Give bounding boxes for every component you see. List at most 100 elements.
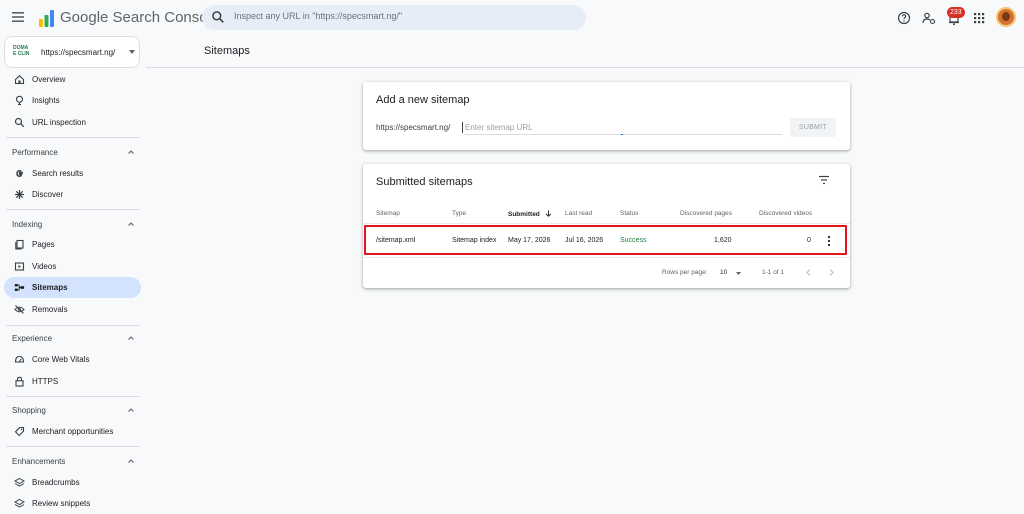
sidebar-item-url-inspection[interactable]: URL inspection xyxy=(4,112,141,133)
column-header-sitemap[interactable]: Sitemap xyxy=(376,210,400,217)
column-header-discovered-pages[interactable]: Discovered pages xyxy=(680,210,732,217)
column-header-discovered-videos[interactable]: Discovered videos xyxy=(759,210,812,217)
column-header-type[interactable]: Type xyxy=(452,210,466,217)
column-header-status[interactable]: Status xyxy=(620,210,638,217)
section-title: Performance xyxy=(12,148,58,157)
section-performance[interactable]: Performance xyxy=(0,142,146,162)
section-title: Shopping xyxy=(12,406,46,415)
notification-count-badge: 233 xyxy=(947,7,965,18)
tag-icon xyxy=(14,426,25,437)
divider xyxy=(6,396,140,397)
sidebar-item-label: Insights xyxy=(32,96,60,105)
section-title: Indexing xyxy=(12,220,43,229)
section-shopping[interactable]: Shopping xyxy=(0,400,146,420)
card-title: Add a new sitemap xyxy=(376,94,470,106)
top-bar: Google Search Console Inspect any URL in… xyxy=(0,0,1024,36)
google-g-icon xyxy=(16,170,23,177)
search-icon xyxy=(212,11,224,23)
sidebar-item-label: Videos xyxy=(32,262,57,271)
sitemap-url-input[interactable] xyxy=(464,120,782,135)
divider xyxy=(6,325,140,326)
divider xyxy=(6,209,140,210)
sidebar-item-merchant-opportunities[interactable]: Merchant opportunities xyxy=(4,421,141,442)
chevron-up-icon xyxy=(128,459,134,463)
add-sitemap-card: Add a new sitemap https://specsmart.ng/ … xyxy=(363,82,850,150)
divider xyxy=(363,223,850,224)
cell-last-read: Jul 16, 2026 xyxy=(565,237,604,244)
lock-icon xyxy=(15,376,24,387)
divider xyxy=(6,446,140,447)
sidebar-item-removals[interactable]: Removals xyxy=(4,299,141,320)
sidebar-item-videos[interactable]: Videos xyxy=(4,256,141,277)
submit-button[interactable]: SUBMIT xyxy=(790,118,836,137)
sidebar-item-label: Pages xyxy=(32,240,55,249)
divider xyxy=(6,137,140,138)
section-experience[interactable]: Experience xyxy=(0,328,146,348)
property-selector[interactable]: DOMA E CLIN https://specsmart.ng/ xyxy=(4,36,140,68)
search-placeholder: Inspect any URL in "https://specsmart.ng… xyxy=(234,11,403,21)
sidebar-item-label: Removals xyxy=(32,305,68,314)
section-title: Experience xyxy=(12,334,53,343)
avatar[interactable] xyxy=(996,7,1016,27)
app-brand[interactable]: Google Search Console xyxy=(60,9,219,26)
sidebar-item-https[interactable]: HTTPS xyxy=(4,371,141,392)
chevron-up-icon xyxy=(128,222,134,226)
text-cursor xyxy=(462,122,463,133)
chevron-up-icon xyxy=(128,336,134,340)
property-name: https://specsmart.ng/ xyxy=(41,48,116,57)
cell-status: Success xyxy=(620,237,647,244)
sidebar-item-search-results[interactable]: Search results xyxy=(4,163,141,184)
more-options-icon[interactable] xyxy=(826,235,832,247)
chevron-up-icon xyxy=(128,408,134,412)
sidebar-item-label: Merchant opportunities xyxy=(32,427,114,436)
chevron-up-icon xyxy=(128,150,134,154)
removals-icon xyxy=(14,305,25,314)
cell-sitemap: /sitemap.xml xyxy=(376,237,416,244)
divider xyxy=(363,257,850,258)
column-header-submitted[interactable]: Submitted xyxy=(508,210,552,218)
input-focus-indicator xyxy=(621,134,623,135)
rows-per-page-select[interactable]: 10 xyxy=(720,269,727,276)
section-title: Enhancements xyxy=(12,457,66,466)
home-icon xyxy=(14,75,25,85)
menu-icon[interactable] xyxy=(11,10,25,24)
page-title: Sitemaps xyxy=(204,45,250,57)
sidebar-item-discover[interactable]: Discover xyxy=(4,184,141,205)
sidebar-item-label: Discover xyxy=(32,190,64,199)
sidebar-item-label: Overview xyxy=(32,75,66,84)
apps-grid-icon[interactable] xyxy=(972,11,986,25)
layers-icon xyxy=(14,477,25,487)
url-inspection-search[interactable]: Inspect any URL in "https://specsmart.ng… xyxy=(202,5,586,30)
chevron-down-icon[interactable] xyxy=(734,269,743,278)
cell-type: Sitemap index xyxy=(452,237,497,244)
help-icon[interactable] xyxy=(897,11,911,25)
divider xyxy=(146,67,1024,68)
chevron-right-icon[interactable] xyxy=(827,268,836,277)
cell-submitted: May 17, 2026 xyxy=(508,237,551,244)
sidebar-item-label: HTTPS xyxy=(32,377,59,386)
search-console-logo[interactable] xyxy=(36,7,58,29)
sidebar-item-sitemaps[interactable]: Sitemaps xyxy=(4,277,141,298)
column-header-last-read[interactable]: Last read xyxy=(565,210,592,217)
video-icon xyxy=(14,262,25,271)
sidebar-item-core-web-vitals[interactable]: Core Web Vitals xyxy=(4,349,141,370)
filter-icon[interactable] xyxy=(818,175,830,185)
sidebar-item-breadcrumbs[interactable]: Breadcrumbs xyxy=(4,472,141,493)
sidebar-item-label: Search results xyxy=(32,169,84,178)
section-enhancements[interactable]: Enhancements xyxy=(0,451,146,471)
sidebar-item-label: URL inspection xyxy=(32,118,86,127)
sidebar-item-pages[interactable]: Pages xyxy=(4,234,141,255)
arrow-down-icon xyxy=(545,210,551,217)
speed-gauge-icon xyxy=(14,355,25,363)
search-icon xyxy=(14,117,25,128)
sitemap-icon xyxy=(14,284,25,291)
sidebar-item-label: Breadcrumbs xyxy=(32,478,80,487)
sidebar-item-insights[interactable]: Insights xyxy=(4,90,141,111)
cell-discovered-pages: 1,620 xyxy=(714,237,732,244)
section-indexing[interactable]: Indexing xyxy=(0,214,146,234)
sidebar-item-label: Sitemaps xyxy=(32,283,68,292)
chevron-left-icon[interactable] xyxy=(804,268,813,277)
sidebar-item-overview[interactable]: Overview xyxy=(4,69,141,90)
lightbulb-icon xyxy=(15,95,24,106)
people-settings-icon[interactable] xyxy=(922,11,936,25)
